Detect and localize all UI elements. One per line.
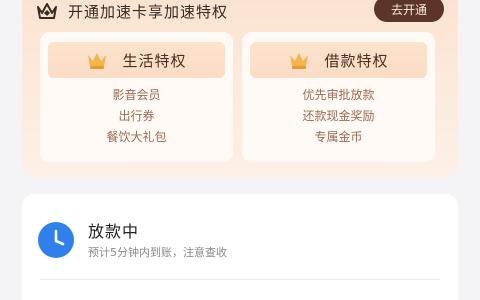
status-subtitle: 预计5分钟内到账，注意查收 bbox=[88, 246, 227, 259]
benefit-item: 优先审批放款 bbox=[302, 88, 375, 102]
open-speed-card-button[interactable]: 去开通 bbox=[374, 0, 444, 22]
crown-gold-icon bbox=[290, 53, 309, 69]
clock-icon bbox=[38, 222, 74, 258]
privilege-header-life: 生活特权 bbox=[48, 42, 225, 78]
privilege-panel-loan: 借款特权 优先审批放款 还款现金奖励 专属金币 bbox=[242, 32, 435, 162]
speed-card-promo: 开通加速卡享加速特权 去开通 生活特权 影音会员 出行券 餐饮大礼包 借款特权 … bbox=[22, 0, 458, 178]
screen: 开通加速卡享加速特权 去开通 生活特权 影音会员 出行券 餐饮大礼包 借款特权 … bbox=[0, 0, 480, 300]
benefit-item: 影音会员 bbox=[112, 88, 161, 102]
divider bbox=[40, 279, 440, 280]
promo-header: 开通加速卡享加速特权 bbox=[36, 0, 228, 22]
benefit-item: 餐饮大礼包 bbox=[106, 130, 167, 144]
crown-gold-icon bbox=[88, 53, 107, 69]
privilege-title-loan: 借款特权 bbox=[324, 51, 389, 70]
status-title: 放款中 bbox=[88, 222, 140, 241]
privilege-title-life: 生活特权 bbox=[122, 51, 187, 70]
benefit-item: 专属金币 bbox=[314, 130, 363, 144]
privilege-panel-life: 生活特权 影音会员 出行券 餐饮大礼包 bbox=[40, 32, 233, 162]
benefit-list-life: 影音会员 出行券 餐饮大礼包 bbox=[40, 85, 233, 148]
loan-status-card: 放款中 预计5分钟内到账，注意查收 bbox=[22, 194, 458, 300]
promo-title: 开通加速卡享加速特权 bbox=[68, 2, 229, 21]
benefit-item: 出行券 bbox=[118, 109, 155, 123]
privilege-header-loan: 借款特权 bbox=[250, 42, 427, 78]
benefit-list-loan: 优先审批放款 还款现金奖励 专属金币 bbox=[242, 85, 435, 148]
benefit-item: 还款现金奖励 bbox=[302, 109, 375, 123]
crown-outline-icon bbox=[37, 3, 57, 19]
